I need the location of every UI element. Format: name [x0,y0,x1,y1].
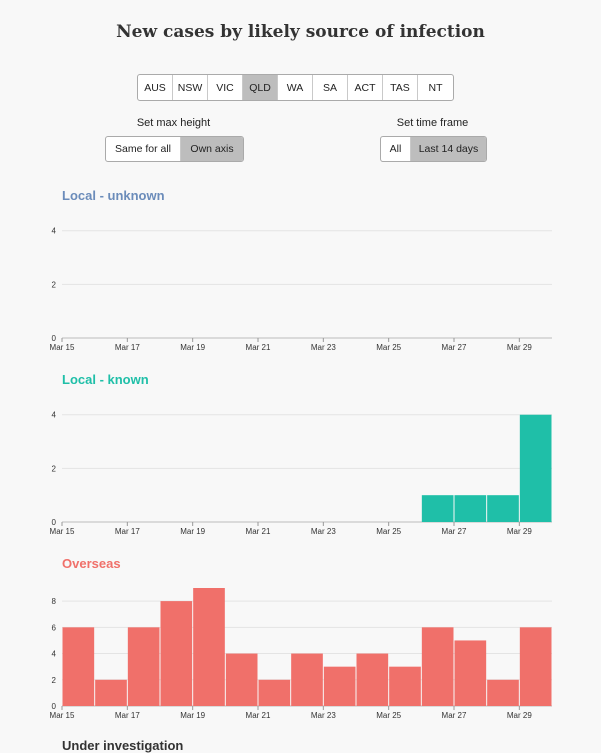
x-tick-label: Mar 21 [246,711,271,720]
y-tick-label: 0 [52,702,57,711]
x-tick-label: Mar 19 [180,343,205,352]
x-tick-label: Mar 27 [442,343,467,352]
state-button-tas[interactable]: TAS [383,75,418,100]
state-button-qld[interactable]: QLD [243,75,278,100]
x-tick-label: Mar 29 [507,343,532,352]
bar[interactable] [62,627,95,706]
page-title: New cases by likely source of infection [116,22,485,42]
bar[interactable] [389,666,421,706]
bar[interactable] [454,495,487,522]
bar[interactable] [291,653,323,706]
bar[interactable] [258,679,291,706]
bar[interactable] [519,414,552,522]
x-tick-label: Mar 27 [442,527,467,536]
y-tick-label: 0 [52,518,57,527]
state-button-wa[interactable]: WA [278,75,313,100]
bar[interactable] [323,666,356,706]
x-tick-label: Mar 19 [180,527,205,536]
x-tick-label: Mar 29 [507,711,532,720]
bar[interactable] [127,627,160,706]
local-unknown-chart: 0 2 4 Mar 15 Mar 17 Mar 19 Mar 21 Mar 23 Mar 25 M… [50,227,552,352]
x-tick-label: Mar 21 [246,527,271,536]
local-known-chart: 0 2 4 Mar 15 Mar 17 Mar 19 Mar 21 Mar 23 Mar 25 M… [50,411,552,536]
same-for-all-button[interactable]: Same for all [106,137,181,161]
x-tick-label: Mar 23 [311,343,336,352]
bar[interactable] [421,495,454,522]
y-tick-label: 4 [52,650,57,659]
chart-title-local-unknown: Local - unknown [62,188,165,203]
x-tick-label: Mar 17 [115,527,140,536]
bar[interactable] [95,679,127,706]
state-button-vic[interactable]: VIC [208,75,243,100]
bar[interactable] [193,588,225,706]
x-tick-label: Mar 25 [376,527,401,536]
time-frame-toggle: All Last 14 days [380,136,487,162]
bar[interactable] [487,679,519,706]
overseas-chart: 0 2 4 6 8 Mar 15 Mar 17 Mar 19 Mar 21 Mar 23 Mar 2… [50,588,552,720]
chart-title-overseas: Overseas [62,556,121,571]
bar[interactable] [487,495,519,522]
x-tick-label: Mar 23 [311,527,336,536]
section-title-under-investigation: Under investigation [62,738,184,753]
y-tick-label: 8 [52,597,57,606]
y-tick-label: 2 [52,280,57,289]
y-tick-label: 2 [52,676,57,685]
x-tick-label: Mar 15 [50,711,75,720]
x-tick-label: Mar 17 [115,711,140,720]
state-button-nt[interactable]: NT [418,75,453,100]
state-button-nsw[interactable]: NSW [173,75,208,100]
state-button-act[interactable]: ACT [348,75,383,100]
y-tick-label: 2 [52,464,57,473]
time-frame-label: Set time frame [396,117,469,129]
y-tick-label: 6 [52,623,57,632]
own-axis-button[interactable]: Own axis [181,137,243,161]
state-button-sa[interactable]: SA [313,75,348,100]
last-14-days-button[interactable]: Last 14 days [411,137,486,161]
chart-title-local-known: Local - known [62,372,149,387]
x-tick-label: Mar 19 [180,711,205,720]
bar[interactable] [519,627,552,706]
y-tick-label: 4 [52,227,57,236]
all-button[interactable]: All [381,137,411,161]
x-tick-label: Mar 21 [246,343,271,352]
bar[interactable] [225,653,258,706]
x-tick-label: Mar 25 [376,343,401,352]
x-tick-label: Mar 23 [311,711,336,720]
bar[interactable] [421,627,454,706]
state-selector: AUS NSW VIC QLD WA SA ACT TAS NT [137,74,454,101]
max-height-toggle: Same for all Own axis [105,136,244,162]
x-tick-label: Mar 29 [507,527,532,536]
x-tick-label: Mar 15 [50,343,75,352]
x-tick-label: Mar 27 [442,711,467,720]
bar[interactable] [454,640,487,706]
y-tick-label: 0 [52,334,57,343]
x-tick-label: Mar 25 [376,711,401,720]
y-tick-label: 4 [52,411,57,420]
x-tick-label: Mar 15 [50,527,75,536]
x-tick-label: Mar 17 [115,343,140,352]
max-height-label: Set max height [136,117,211,129]
bar[interactable] [160,601,193,706]
state-button-aus[interactable]: AUS [138,75,173,100]
bar[interactable] [356,653,389,706]
